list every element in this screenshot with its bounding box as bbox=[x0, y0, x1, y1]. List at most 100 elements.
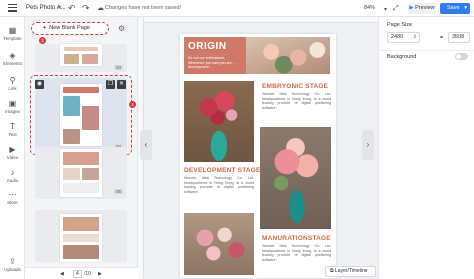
page-number: 05 bbox=[113, 189, 123, 194]
thumb-block bbox=[64, 54, 79, 64]
flower-bowl-image[interactable] bbox=[184, 213, 254, 275]
top-bar: Pets Photo A... ▾ ↶ ↷ ☁ Changes have not… bbox=[0, 0, 474, 17]
thumbnail-preview bbox=[60, 149, 102, 197]
divider bbox=[379, 50, 474, 51]
nav-label: More bbox=[7, 200, 18, 205]
nav-label: Link bbox=[8, 86, 17, 91]
gear-icon[interactable]: ⚙ bbox=[118, 24, 125, 33]
template-icon: ▦ bbox=[8, 26, 17, 35]
next-page-icon[interactable]: ▶ bbox=[98, 271, 102, 277]
nav-label: Elements bbox=[3, 61, 22, 66]
stepper-icon[interactable]: ⇕ bbox=[413, 33, 417, 42]
layer-timeline-label: Layer/Timeline bbox=[334, 268, 368, 274]
section-title-manuration[interactable]: MANURATIONSTAGE bbox=[262, 235, 331, 242]
page-height-value: 3508 bbox=[452, 34, 465, 40]
properties-panel: Page Size 2480 ⇕ ⚭ 3508 Background bbox=[378, 17, 474, 279]
nav-label: Text bbox=[8, 132, 17, 137]
preview-button[interactable]: ▶ Preview bbox=[408, 3, 436, 14]
section-text-manuration[interactable]: Wonder Idea Technology Co. Ltd. headquar… bbox=[262, 244, 331, 262]
redo-icon[interactable]: ↷ bbox=[82, 3, 90, 13]
section-title-development[interactable]: DEVELOPMENT STAGE bbox=[184, 167, 261, 174]
nav-item-link[interactable]: ⚲ Link bbox=[0, 76, 25, 91]
nav-item-elements[interactable]: ◈ Elements bbox=[0, 51, 25, 66]
new-page-label: New Blank Page bbox=[49, 25, 90, 31]
current-page-input[interactable]: 4 bbox=[73, 270, 82, 278]
audio-icon: ♪ bbox=[10, 168, 15, 177]
thumb-block bbox=[82, 54, 98, 64]
link-icon: ⚲ bbox=[9, 76, 16, 85]
copy-icon[interactable]: ❐ bbox=[106, 80, 115, 89]
left-nav: ▦ Template ◈ Elements ⚲ Link ▣ Images T … bbox=[0, 17, 25, 279]
document-page[interactable]: ORIGIN It's not our enthusiasm, Whenever… bbox=[180, 34, 336, 278]
layer-timeline-button[interactable]: ⧉ Layer/Timeline bbox=[325, 266, 376, 277]
page-size-label: Page Size bbox=[387, 22, 413, 28]
section-text-embryonic[interactable]: Wonder Idea Technology Co. Ltd. headquar… bbox=[262, 92, 331, 110]
link-ratio-icon[interactable]: ⚭ bbox=[439, 34, 444, 41]
thumb-block bbox=[63, 183, 99, 193]
camera-icon[interactable]: ◉ bbox=[35, 80, 44, 89]
nav-label: Images bbox=[5, 109, 20, 114]
more-icon: ⋯ bbox=[8, 190, 17, 199]
nav-item-images[interactable]: ▣ Images bbox=[0, 99, 25, 114]
save-status: Changes have not been saved! bbox=[105, 5, 182, 11]
annotation-badge: 2 bbox=[39, 37, 46, 44]
thumb-block bbox=[63, 168, 80, 180]
background-toggle[interactable] bbox=[455, 53, 468, 60]
new-blank-page-button[interactable]: + New Blank Page bbox=[31, 22, 109, 35]
page-width-field[interactable]: 2480 ⇕ bbox=[387, 32, 420, 43]
zoom-level[interactable]: 84% bbox=[364, 5, 375, 11]
nav-item-uploads[interactable]: ⇪ Uploads bbox=[0, 257, 25, 272]
banner-flowers-image[interactable] bbox=[246, 37, 330, 74]
page-navigator: ◀ 4 /10 ▶ bbox=[25, 267, 138, 279]
page-number: 03 bbox=[113, 65, 123, 70]
page-thumbnail[interactable]: 03 bbox=[35, 44, 127, 72]
menu-icon[interactable] bbox=[8, 4, 17, 12]
thumb-block bbox=[63, 217, 99, 231]
elements-icon: ◈ bbox=[9, 51, 16, 60]
save-dropdown-icon[interactable]: ▾ bbox=[464, 3, 467, 14]
nav-label: Template bbox=[3, 36, 22, 41]
text-icon: T bbox=[10, 122, 15, 131]
page-width-value: 2480 bbox=[391, 34, 404, 40]
background-label: Background bbox=[387, 54, 417, 60]
nav-label: Audio bbox=[6, 178, 19, 183]
origin-title[interactable]: ORIGIN bbox=[188, 41, 227, 52]
nav-label: Video bbox=[6, 155, 19, 160]
thumb-block bbox=[63, 245, 99, 259]
nav-item-audio[interactable]: ♪ Audio bbox=[0, 168, 25, 183]
pink-flowers-image[interactable] bbox=[260, 127, 331, 229]
thumb-block bbox=[63, 152, 99, 165]
section-text-development[interactable]: Wonder Idea Technology Co. Ltd. headquar… bbox=[184, 176, 254, 194]
page-thumbnail[interactable]: 05 bbox=[35, 147, 127, 199]
delete-icon[interactable]: ✕ bbox=[117, 80, 126, 89]
origin-text[interactable]: It's not our enthusiasm, Whenever you sa… bbox=[188, 56, 236, 70]
page-thumbnail[interactable] bbox=[35, 210, 127, 262]
fullscreen-icon[interactable]: ⤢ bbox=[393, 4, 399, 14]
page-height-field[interactable]: 3508 bbox=[448, 32, 470, 43]
save-label: Save bbox=[447, 5, 460, 11]
next-page-arrow-icon[interactable]: › bbox=[362, 130, 374, 160]
save-button[interactable]: Save ▾ bbox=[440, 3, 470, 14]
total-pages: /10 bbox=[84, 271, 91, 277]
cloud-warning-icon: ☁ bbox=[97, 5, 104, 12]
red-flowers-vase-image[interactable] bbox=[184, 81, 254, 162]
title-dropdown-icon[interactable]: ▾ bbox=[58, 4, 61, 11]
plus-icon: + bbox=[43, 25, 47, 31]
prev-page-icon[interactable]: ◀ bbox=[60, 271, 64, 277]
zoom-dropdown-icon[interactable]: ▾ bbox=[384, 5, 387, 15]
origin-banner[interactable]: ORIGIN It's not our enthusiasm, Whenever… bbox=[184, 37, 330, 74]
preview-label: Preview bbox=[415, 5, 435, 11]
nav-item-template[interactable]: ▦ Template bbox=[0, 26, 25, 41]
section-title-embryonic[interactable]: EMBRYONIC STAGE bbox=[262, 83, 328, 90]
uploads-icon: ⇪ bbox=[9, 257, 16, 266]
nav-item-more[interactable]: ⋯ More bbox=[0, 190, 25, 205]
nav-item-video[interactable]: ▶ Video bbox=[0, 145, 25, 160]
nav-item-text[interactable]: T Text bbox=[0, 122, 25, 137]
thumbnail-preview bbox=[60, 44, 102, 66]
prev-page-arrow-icon[interactable]: ‹ bbox=[140, 130, 152, 160]
nav-label: Uploads bbox=[4, 267, 21, 272]
pages-panel: +New Blank Page 2 ⚙ 03 04 ◉ ❐ ✕ 1 05 bbox=[25, 17, 138, 279]
editor-canvas: ‹ › ORIGIN It's not our enthusiasm, When… bbox=[138, 17, 378, 279]
undo-icon[interactable]: ↶ bbox=[68, 3, 76, 13]
thumb-block bbox=[82, 168, 99, 180]
